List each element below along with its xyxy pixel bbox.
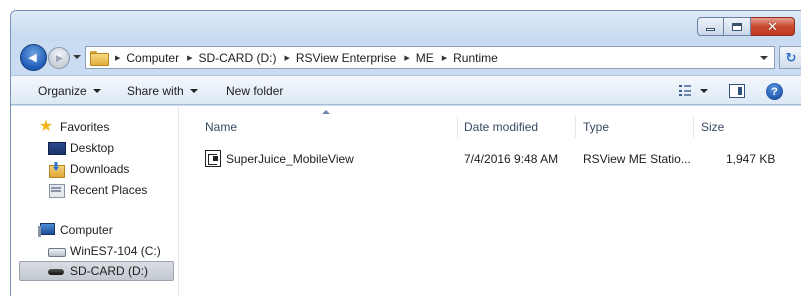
content-area: ★ Favorites Desktop Downloads Recent Pla… [11, 106, 801, 296]
explorer-window: ✕ ◀ ▶ ▶ Computer ▶ SD-CARD (D:) ▶ RSView… [10, 10, 801, 296]
refresh-icon: ↻ [785, 49, 797, 65]
file-list: Name Date modified Type Size SuperJuice_… [180, 106, 801, 296]
share-with-label: Share with [127, 84, 184, 98]
maximize-icon [732, 22, 742, 31]
breadcrumb-runtime[interactable]: Runtime [453, 51, 498, 65]
recent-pages-dropdown[interactable] [73, 55, 81, 59]
breadcrumb-me[interactable]: ME [416, 51, 434, 65]
address-history-dropdown-icon[interactable] [760, 56, 768, 60]
star-icon: ★ [38, 118, 54, 135]
title-bar: ✕ [11, 11, 801, 41]
breadcrumb-separator-icon[interactable]: ▶ [404, 54, 409, 62]
breadcrumb-separator-icon[interactable]: ▶ [284, 54, 289, 62]
column-divider[interactable] [575, 116, 576, 138]
close-icon: ✕ [767, 19, 778, 34]
breadcrumb-separator-icon[interactable]: ▶ [442, 54, 447, 62]
caption-buttons: ✕ [697, 17, 795, 36]
drive-icon [48, 244, 66, 258]
forward-button[interactable]: ▶ [48, 47, 70, 69]
minimize-button[interactable] [697, 17, 724, 36]
nav-favorites[interactable]: ★ Favorites [38, 117, 110, 137]
nav-item-label: WinES7-104 (C:) [70, 244, 161, 258]
nav-item-desktop[interactable]: Desktop [48, 138, 114, 158]
breadcrumb-rsview-enterprise[interactable]: RSView Enterprise [296, 51, 397, 65]
share-with-menu[interactable]: Share with [127, 84, 198, 98]
sd-card-icon [48, 264, 64, 278]
nav-item-label: SD-CARD (D:) [70, 264, 148, 278]
close-button[interactable]: ✕ [751, 17, 795, 36]
back-arrow-icon: ◀ [28, 52, 37, 64]
back-button[interactable]: ◀ [20, 44, 47, 71]
nav-item-label: Recent Places [70, 183, 148, 197]
minimize-icon [706, 28, 715, 31]
nav-item-downloads[interactable]: Downloads [48, 159, 129, 179]
column-header-size[interactable]: Size [701, 120, 724, 134]
command-bar: Organize Share with New folder ? [11, 75, 801, 105]
breadcrumb-sd-card[interactable]: SD-CARD (D:) [198, 51, 276, 65]
maximize-button[interactable] [724, 17, 751, 36]
nav-item-label: Downloads [70, 162, 130, 176]
runtime-file-icon [205, 150, 221, 167]
chevron-down-icon [189, 89, 198, 93]
column-header-date-modified[interactable]: Date modified [464, 120, 538, 134]
organize-menu[interactable]: Organize [38, 84, 101, 98]
nav-computer-label: Computer [60, 223, 113, 237]
file-name[interactable]: SuperJuice_MobileView [226, 152, 354, 166]
column-divider[interactable] [693, 116, 694, 138]
file-date-modified: 7/4/2016 9:48 AM [464, 152, 559, 166]
preview-pane-icon[interactable] [729, 84, 745, 98]
column-divider[interactable] [457, 116, 458, 138]
chevron-down-icon [92, 89, 101, 93]
desktop-icon [48, 141, 66, 155]
folder-icon [90, 51, 109, 66]
help-icon[interactable]: ? [766, 83, 783, 100]
new-folder-label: New folder [226, 84, 284, 98]
forward-arrow-icon: ▶ [56, 52, 63, 63]
address-row: ◀ ▶ ▶ Computer ▶ SD-CARD (D:) ▶ RSView E… [11, 41, 801, 73]
computer-icon [38, 223, 55, 237]
navigation-pane: ★ Favorites Desktop Downloads Recent Pla… [11, 106, 179, 296]
nav-item-label: Desktop [70, 141, 115, 155]
file-type: RSView ME Statio... [583, 152, 691, 166]
breadcrumb-separator-icon[interactable]: ▶ [187, 54, 192, 62]
nav-item-recent-places[interactable]: Recent Places [48, 180, 147, 200]
address-bar[interactable]: ▶ Computer ▶ SD-CARD (D:) ▶ RSView Enter… [85, 46, 775, 69]
new-folder-button[interactable]: New folder [226, 84, 283, 98]
nav-item-sd-card[interactable]: SD-CARD (D:) [19, 261, 174, 281]
column-header-type[interactable]: Type [583, 120, 609, 134]
file-size: 1,947 KB [726, 152, 776, 166]
view-options-dropdown-icon[interactable] [700, 89, 708, 93]
nav-item-drive-c[interactable]: WinES7-104 (C:) [48, 241, 161, 261]
nav-favorites-label: Favorites [60, 120, 110, 134]
breadcrumb-computer[interactable]: Computer [126, 51, 179, 65]
refresh-button[interactable]: ↻ [779, 46, 801, 69]
column-header-name[interactable]: Name [205, 120, 237, 134]
breadcrumb-separator-icon[interactable]: ▶ [115, 54, 120, 62]
nav-computer[interactable]: Computer [38, 220, 113, 240]
change-view-icon[interactable] [679, 85, 691, 96]
recent-places-icon [48, 183, 65, 198]
organize-label: Organize [38, 84, 87, 98]
downloads-icon [48, 162, 65, 178]
sort-ascending-icon [322, 110, 330, 114]
